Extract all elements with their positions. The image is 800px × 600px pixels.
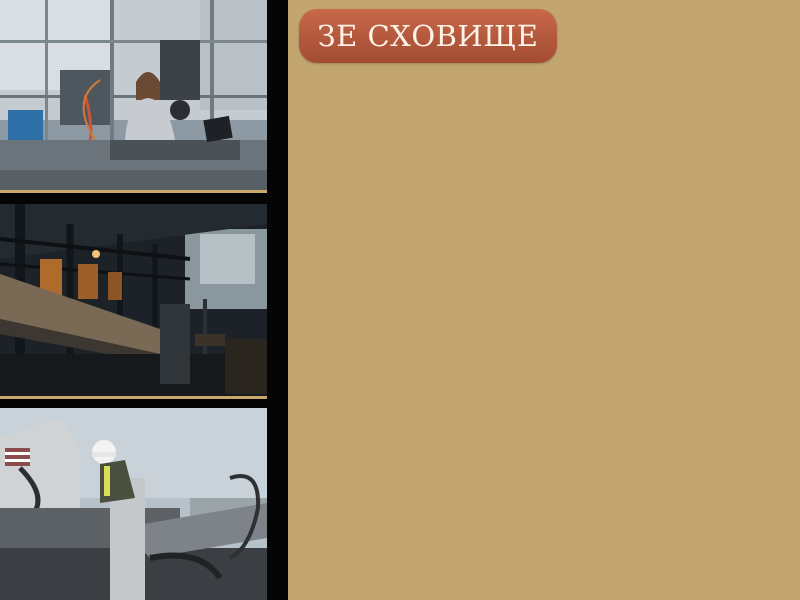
image-gallery-strip <box>0 0 288 600</box>
page: ЗЕ СХОВИЩЕ <box>0 0 800 600</box>
divider <box>0 396 267 399</box>
lab-engineer-photo <box>0 0 267 190</box>
divider <box>0 190 267 193</box>
steel-mill-photo <box>0 204 267 396</box>
storage-button[interactable]: ЗЕ СХОВИЩЕ <box>299 9 557 63</box>
drilling-rig-worker-photo <box>0 408 267 600</box>
